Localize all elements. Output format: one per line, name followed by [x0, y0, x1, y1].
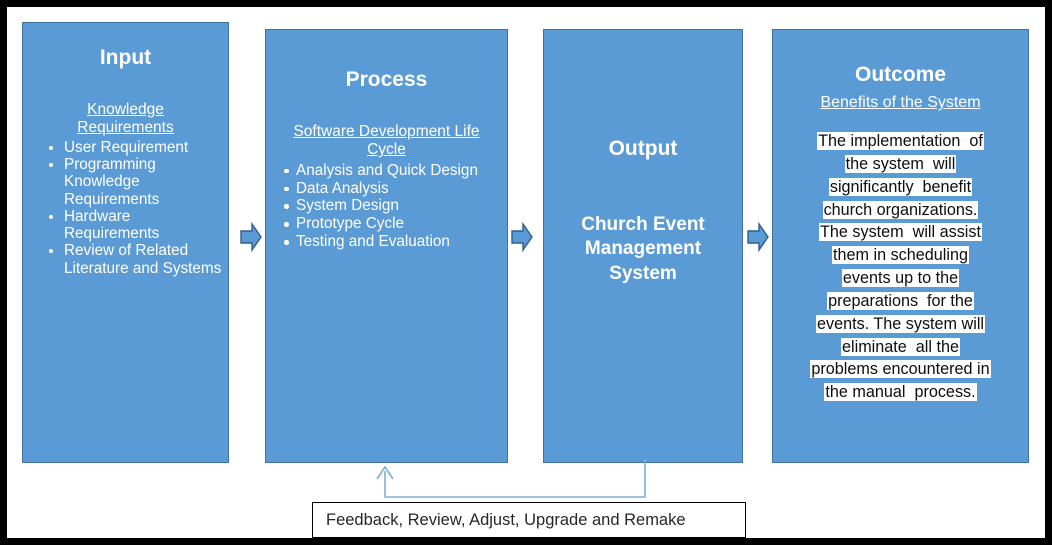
outcome-line: the system will [783, 153, 1018, 176]
outcome-line: eliminate all the [783, 336, 1018, 359]
outcome-line-text: the manual process. [824, 383, 977, 402]
list-item: System Design [284, 197, 501, 215]
list-item: Programming Knowledge Requirements [49, 156, 222, 208]
outcome-subtitle: Benefits of the System [820, 94, 981, 112]
outcome-line: The implementation of [783, 130, 1018, 153]
outcome-paragraph: The implementation of the system will si… [773, 130, 1028, 404]
input-title: Input [99, 46, 152, 69]
arrow-right-icon-input-to-process [240, 222, 262, 252]
outcome-line-text: significantly benefit [828, 177, 973, 196]
feedback-label: Feedback, Review, Adjust, Upgrade and Re… [326, 510, 686, 529]
list-item: User Requirement [49, 139, 222, 156]
process-column-box: Process Software Development Life Cycle … [265, 29, 508, 463]
outcome-line-text: problems encountered in [810, 360, 991, 379]
outcome-line: problems encountered in [783, 358, 1018, 381]
outcome-line: church organizations. [783, 199, 1018, 222]
outcome-line-text: events. The system will [815, 314, 986, 333]
feedback-loop-arrow-icon [367, 459, 657, 503]
diagram-canvas: Input Knowledge Requirements User Requir… [0, 0, 1052, 545]
feedback-box: Feedback, Review, Adjust, Upgrade and Re… [312, 502, 746, 538]
outcome-line-text: The implementation of [817, 132, 984, 151]
output-body-text: Church Event Management System [581, 214, 705, 284]
list-item: Review of Related Literature and Systems [49, 242, 222, 277]
outcome-line: The system will assist [783, 221, 1018, 244]
outcome-line: them in scheduling [783, 244, 1018, 267]
list-item: Data Analysis [284, 180, 501, 198]
outcome-line-text: eliminate all the [841, 337, 960, 356]
list-item: Analysis and Quick Design [284, 162, 501, 180]
arrow-right-icon-process-to-output [511, 222, 533, 252]
outcome-column-box: Outcome Benefits of the System The imple… [772, 29, 1029, 463]
outcome-line: preparations for the [783, 290, 1018, 313]
list-item: Prototype Cycle [284, 215, 501, 233]
outcome-line-text: events up to the [841, 269, 960, 288]
input-column-box: Input Knowledge Requirements User Requir… [22, 22, 229, 463]
outcome-line-text: preparations for the [827, 291, 974, 310]
outcome-line: events. The system will [783, 313, 1018, 336]
outcome-line-text: them in scheduling [832, 246, 969, 265]
process-bullet-list: Analysis and Quick Design Data Analysis … [266, 162, 507, 251]
outcome-line: the manual process. [783, 381, 1018, 404]
outcome-line-text: The system will assist [818, 223, 982, 242]
process-title: Process [345, 68, 428, 91]
output-title: Output [608, 137, 678, 160]
output-column-box: Output Church Event Management System [543, 29, 743, 463]
outcome-line: events up to the [783, 267, 1018, 290]
arrow-right-icon-output-to-outcome [747, 222, 769, 252]
outcome-line-text: church organizations. [822, 200, 979, 219]
list-item: Hardware Requirements [49, 208, 222, 243]
input-bullet-list: User Requirement Programming Knowledge R… [23, 139, 228, 277]
outcome-line: significantly benefit [783, 176, 1018, 199]
list-item: Testing and Evaluation [284, 233, 501, 251]
outcome-title: Outcome [854, 63, 946, 86]
input-subtitle: Knowledge Requirements [77, 101, 174, 137]
process-subtitle: Software Development Life Cycle [293, 123, 480, 159]
outcome-line-text: the system will [844, 154, 957, 173]
